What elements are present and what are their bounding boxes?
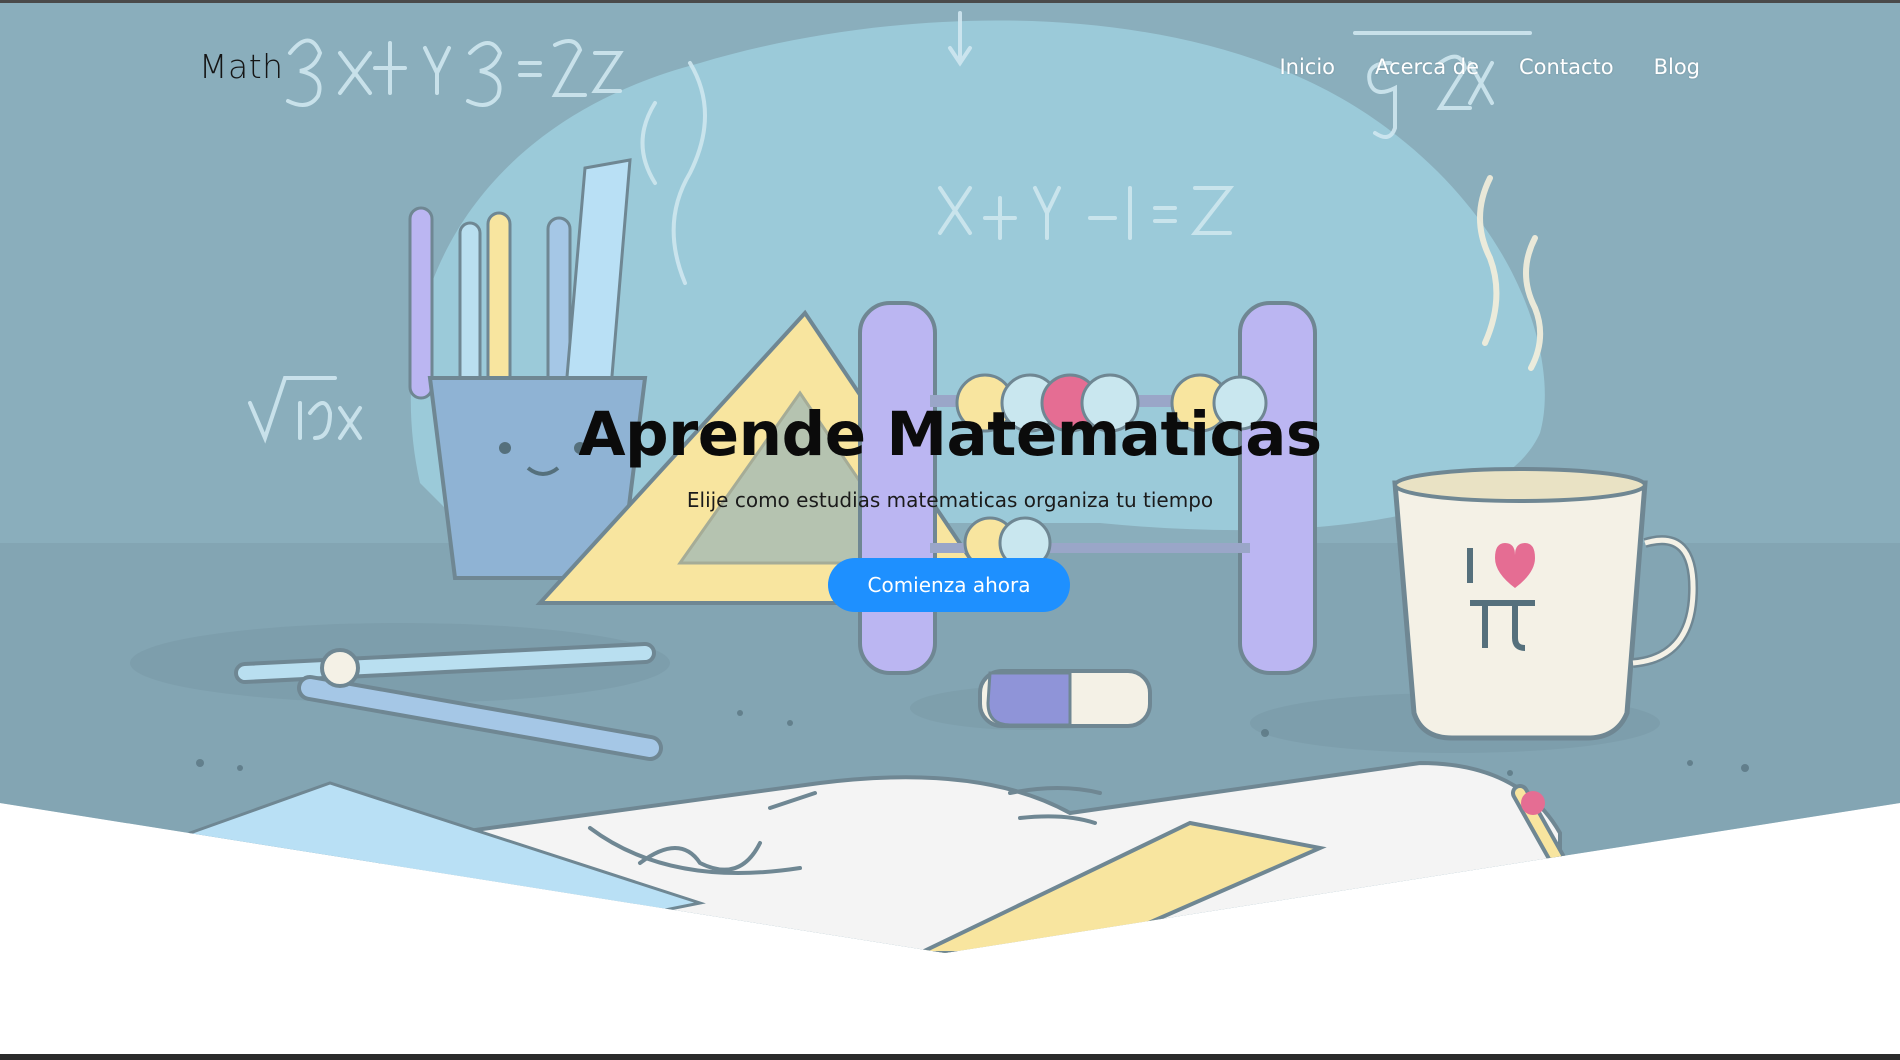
window-bottom-border <box>0 1054 1900 1060</box>
hero-illustration <box>0 3 1900 953</box>
top-navigation: Math Inicio Acerca de Contacto Blog <box>0 3 1900 133</box>
nav-links: Inicio Acerca de Contacto Blog <box>1279 55 1700 79</box>
brand-logo-text[interactable]: Math <box>199 47 284 86</box>
nav-link-blog[interactable]: Blog <box>1654 55 1700 79</box>
hero-section: Math Inicio Acerca de Contacto Blog Apre… <box>0 3 1900 953</box>
nav-link-contacto[interactable]: Contacto <box>1519 55 1614 79</box>
hero-title: Aprende Matematicas <box>578 399 1322 470</box>
hero-subtitle: Elije como estudias matematicas organiza… <box>686 488 1214 512</box>
start-now-button[interactable]: Comienza ahora <box>828 558 1070 612</box>
nav-link-acerca-de[interactable]: Acerca de <box>1375 55 1479 79</box>
nav-link-inicio[interactable]: Inicio <box>1279 55 1335 79</box>
